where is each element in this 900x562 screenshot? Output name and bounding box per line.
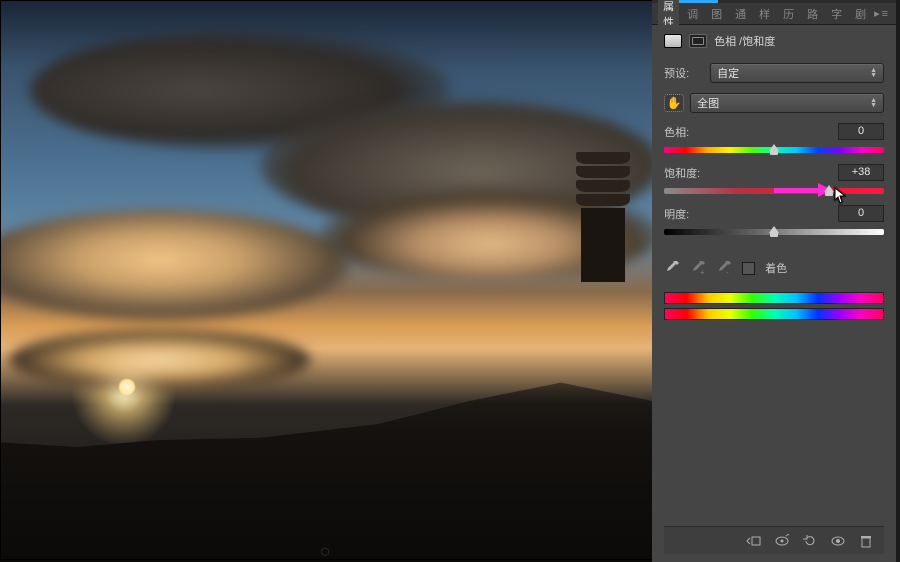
saturation-track[interactable]	[664, 185, 884, 197]
tab-adjust[interactable]: 调	[682, 3, 703, 25]
colorize-label: 着色	[765, 260, 787, 276]
properties-body: 色相 /饱和度 预设: 自定 ▲▼ ✋ 全图 ▲▼ 色相: 0	[652, 25, 896, 562]
chevron-updown-icon: ▲▼	[870, 68, 877, 78]
reset-icon[interactable]	[802, 534, 818, 548]
clip-to-layer-icon[interactable]	[746, 534, 762, 548]
saturation-slider: 饱和度: +38	[664, 164, 884, 197]
panel-menu-icon[interactable]: ▸≡	[874, 7, 890, 20]
preset-value: 自定	[717, 65, 739, 81]
scope-select[interactable]: 全图 ▲▼	[690, 93, 884, 113]
mask-icon[interactable]	[689, 34, 707, 48]
hue-thumb[interactable]	[769, 144, 779, 156]
lightness-input[interactable]: 0	[838, 205, 884, 222]
eyedropper-row: + - 着色	[664, 260, 884, 276]
visibility-icon[interactable]	[830, 534, 846, 548]
preset-select[interactable]: 自定 ▲▼	[710, 63, 884, 83]
lightness-thumb[interactable]	[769, 226, 779, 238]
tab-path[interactable]: 路	[802, 3, 823, 25]
panel-tabs: 属性 调 图 通 样 历 路 字 剧 ▸≡	[652, 3, 896, 25]
view-previous-icon[interactable]	[774, 534, 790, 548]
spectrum-bar-top	[664, 292, 884, 304]
preset-row: 预设: 自定 ▲▼	[664, 63, 884, 83]
adjustment-icon[interactable]	[664, 34, 682, 48]
adjustment-title: 色相 /饱和度	[714, 33, 775, 49]
preset-label: 预设:	[664, 65, 710, 81]
tab-char[interactable]: 字	[826, 3, 847, 25]
adjustment-header: 色相 /饱和度	[664, 33, 884, 49]
hue-slider: 色相: 0	[664, 123, 884, 156]
tab-action[interactable]: 剧	[850, 3, 871, 25]
chevron-updown-icon: ▲▼	[870, 98, 877, 108]
lightness-track[interactable]	[664, 226, 884, 238]
scope-row: ✋ 全图 ▲▼	[664, 93, 884, 113]
svg-text:-: -	[726, 268, 729, 276]
document-canvas[interactable]: ⬡	[0, 0, 652, 562]
spectrum-bar-bottom	[664, 308, 884, 320]
canvas-border	[0, 0, 652, 560]
tab-layer[interactable]: 图	[706, 3, 727, 25]
hue-track[interactable]	[664, 144, 884, 156]
properties-panel: 属性 调 图 通 样 历 路 字 剧 ▸≡ 色相 /饱和度 预设: 自定 ▲▼ …	[652, 0, 896, 562]
lightness-label: 明度:	[664, 206, 689, 222]
scope-value: 全图	[697, 95, 719, 111]
watermark: ⬡	[321, 547, 332, 558]
app-edge	[896, 0, 900, 562]
svg-text:+: +	[700, 268, 705, 276]
hue-input[interactable]: 0	[838, 123, 884, 140]
eyedropper-minus-icon[interactable]: -	[716, 260, 732, 276]
panel-footer	[664, 526, 884, 554]
saturation-label: 饱和度:	[664, 165, 700, 181]
tab-style[interactable]: 样	[754, 3, 775, 25]
saturation-input[interactable]: +38	[838, 164, 884, 181]
tab-channel[interactable]: 通	[730, 3, 751, 25]
lightness-slider: 明度: 0	[664, 205, 884, 238]
hue-label: 色相:	[664, 124, 689, 140]
colorize-checkbox[interactable]	[742, 262, 755, 275]
trash-icon[interactable]	[858, 534, 874, 548]
eyedropper-icon[interactable]	[664, 260, 680, 276]
eyedropper-plus-icon[interactable]: +	[690, 260, 706, 276]
cursor-icon	[833, 187, 847, 205]
tab-history[interactable]: 历	[778, 3, 799, 25]
hand-scrubber-icon[interactable]: ✋	[664, 94, 684, 112]
